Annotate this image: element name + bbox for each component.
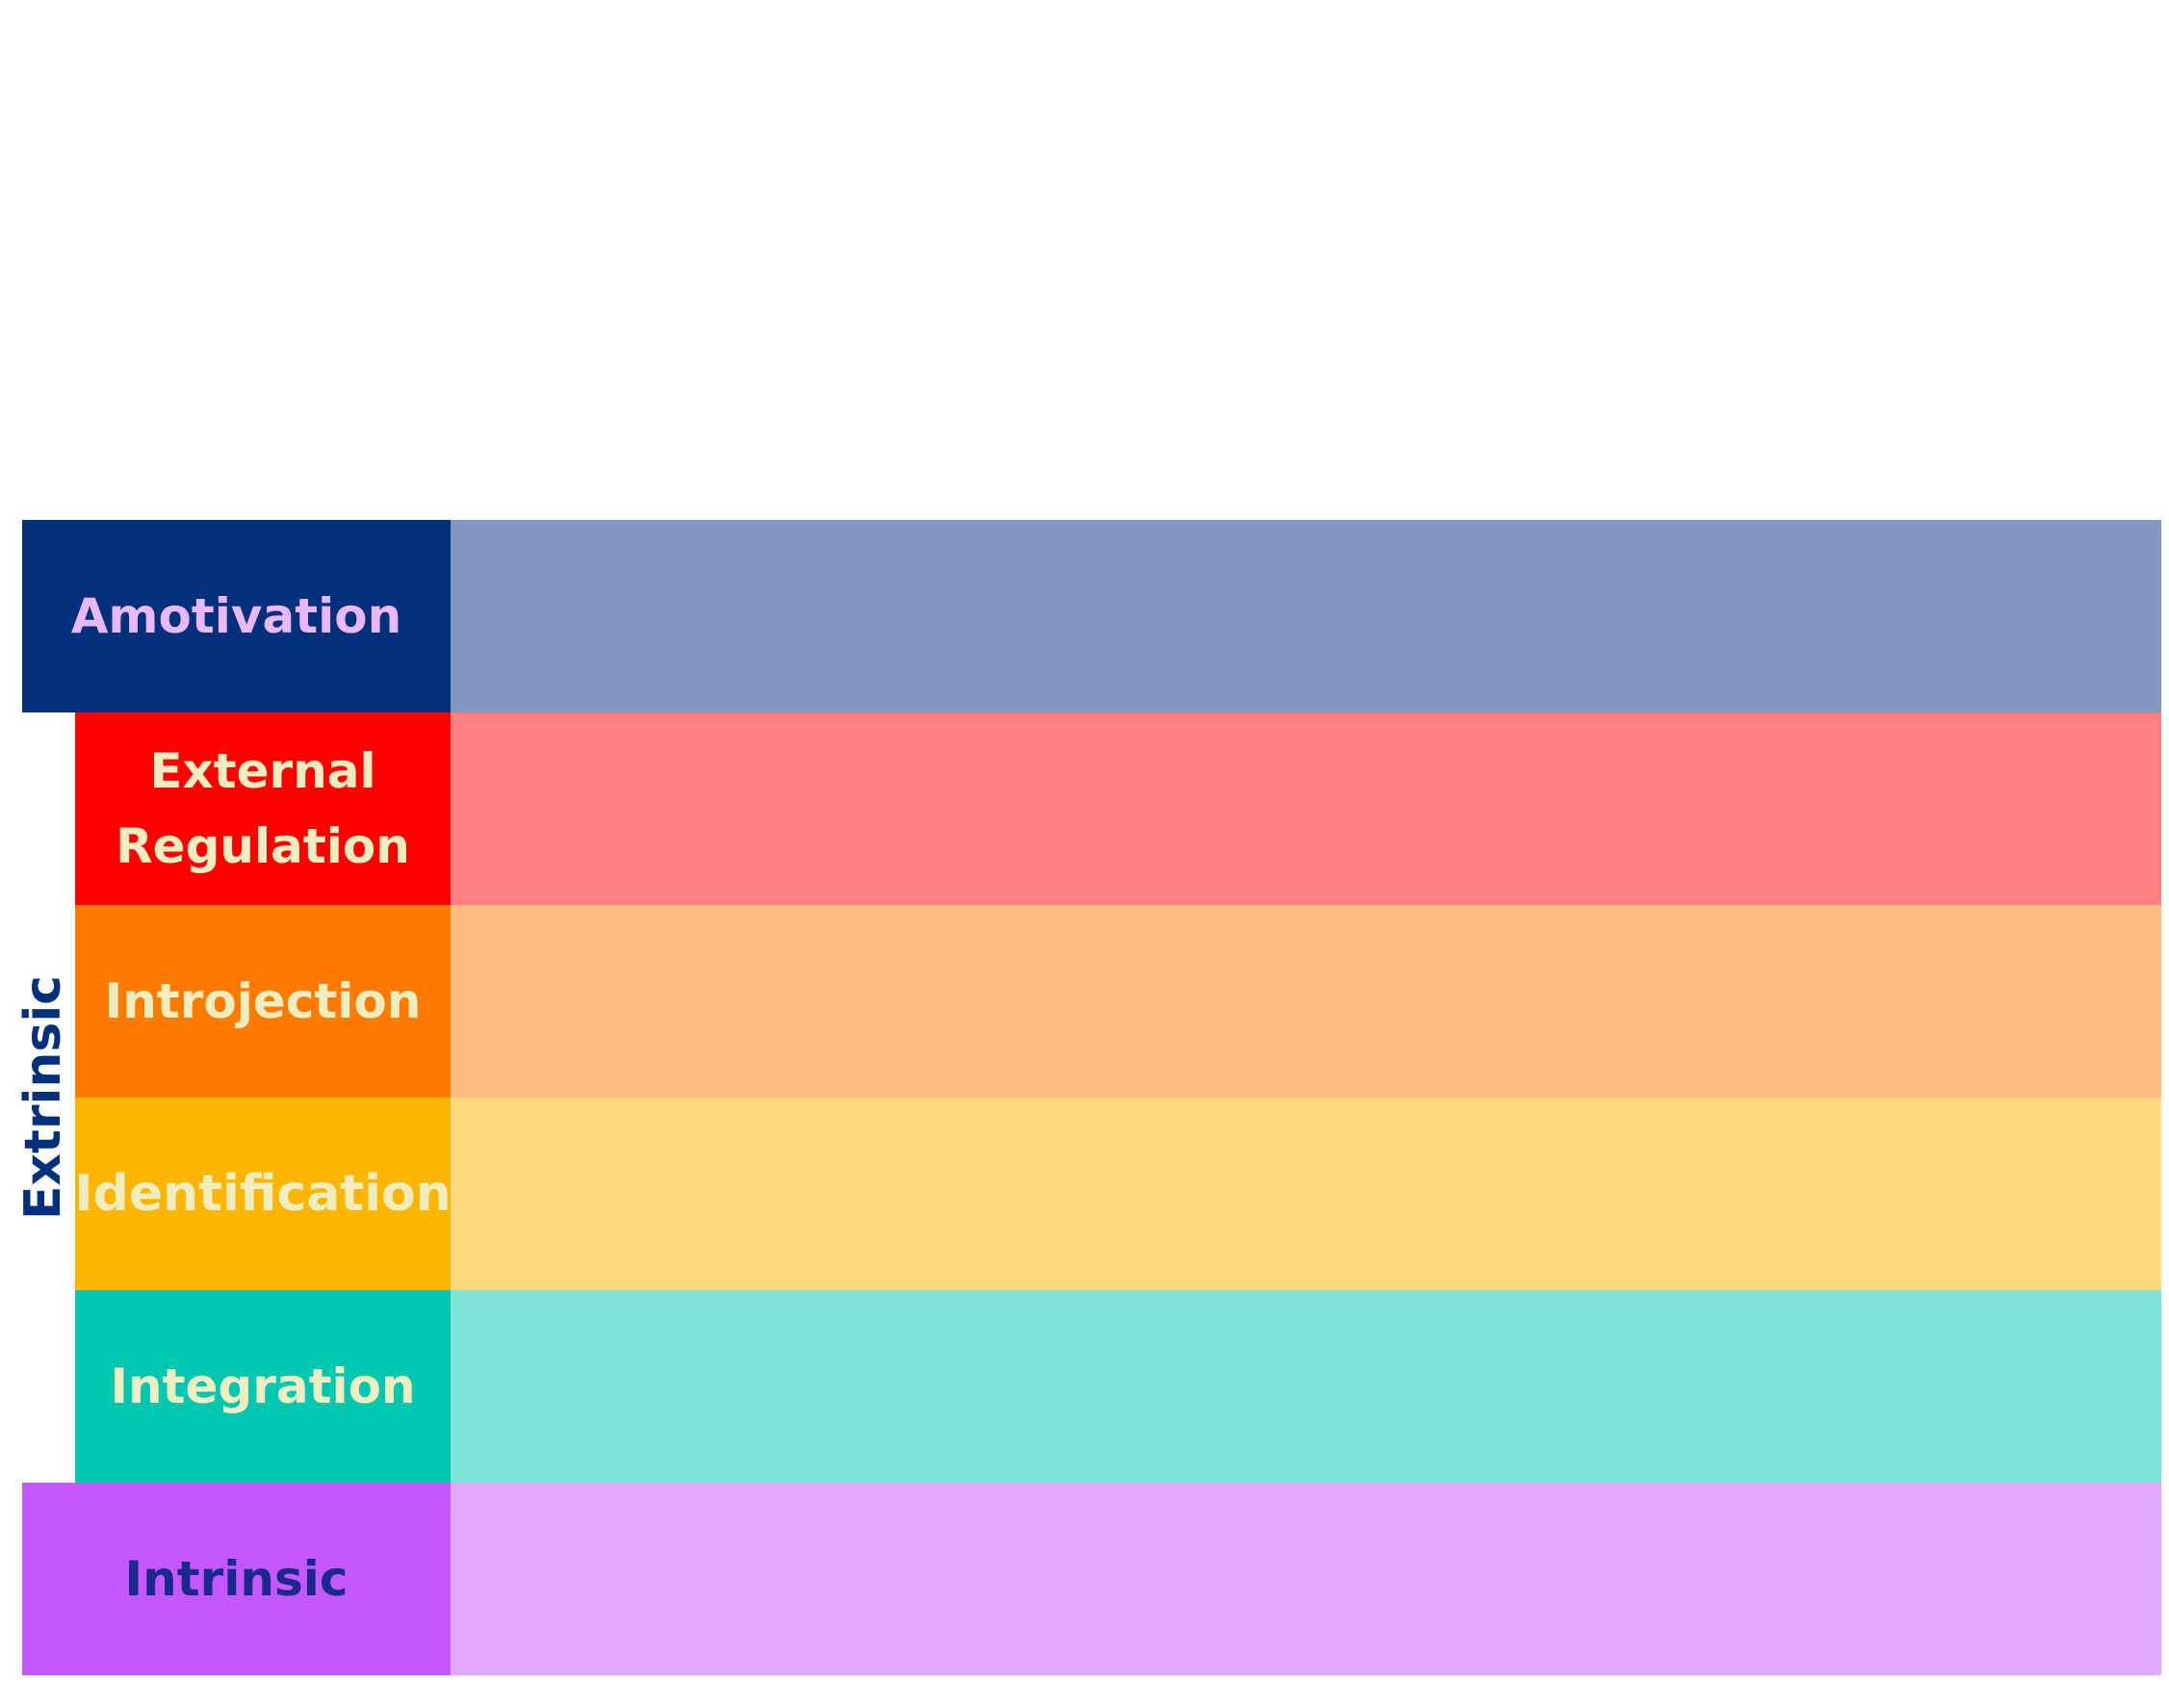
label-external-regulation-line-2: Regulation <box>116 818 410 874</box>
row-introjection: Introjection <box>75 905 2161 1098</box>
label-intrinsic: Intrinsic <box>124 1551 349 1607</box>
label-cell-amotivation: Amotivation <box>22 520 451 712</box>
label-cell-external-regulation: External Regulation <box>75 712 451 905</box>
label-introjection: Introjection <box>104 973 422 1029</box>
label-cell-introjection: Introjection <box>75 905 451 1098</box>
extrinsic-group-label: Extrinsic <box>14 974 72 1221</box>
row-intrinsic: Intrinsic <box>22 1483 2161 1675</box>
label-amotivation: Amotivation <box>70 588 402 644</box>
label-cell-integration: Integration <box>75 1290 451 1483</box>
fill-cell-identification <box>451 1098 2161 1290</box>
row-external-regulation: External Regulation <box>75 712 2161 905</box>
label-external-regulation: External Regulation <box>116 734 410 884</box>
row-amotivation: Amotivation <box>22 520 2161 712</box>
label-integration: Integration <box>110 1359 416 1414</box>
label-external-regulation-line-1: External <box>149 743 376 799</box>
label-cell-identification: Identification <box>74 1098 452 1290</box>
fill-cell-external-regulation <box>451 712 2161 905</box>
fill-cell-amotivation <box>451 520 2161 712</box>
fill-cell-intrinsic <box>451 1483 2161 1675</box>
row-integration: Integration <box>75 1290 2161 1483</box>
row-identification: Identification <box>74 1098 2161 1290</box>
label-cell-intrinsic: Intrinsic <box>22 1483 451 1675</box>
fill-cell-introjection <box>451 905 2161 1098</box>
label-identification: Identification <box>74 1165 452 1223</box>
fill-cell-integration <box>451 1290 2161 1483</box>
